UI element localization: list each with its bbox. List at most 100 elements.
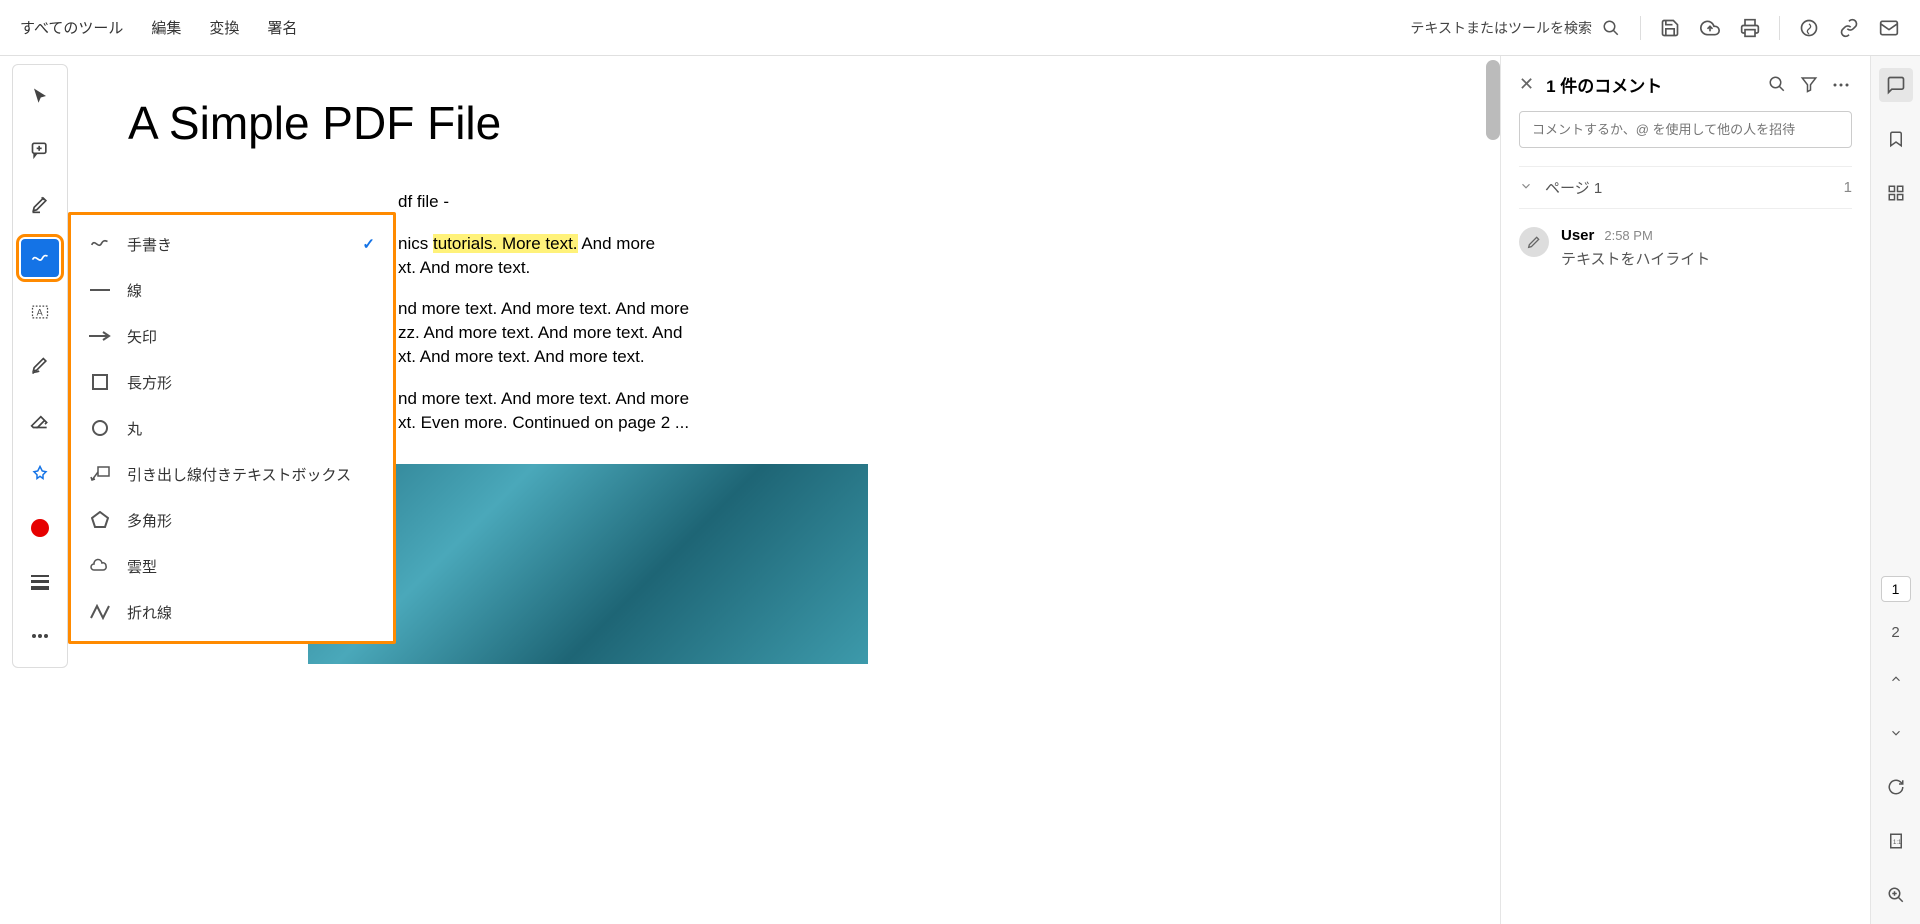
search-comments-icon[interactable] bbox=[1768, 75, 1788, 95]
page-group-header[interactable]: ページ 1 1 bbox=[1519, 166, 1852, 209]
eraser-tool[interactable] bbox=[21, 401, 59, 439]
color-picker[interactable] bbox=[21, 509, 59, 547]
separator bbox=[1779, 16, 1780, 40]
dd-callout-textbox[interactable]: 引き出し線付きテキストボックス bbox=[71, 451, 393, 497]
svg-text:A: A bbox=[37, 307, 44, 317]
thumbnails-toggle[interactable] bbox=[1879, 176, 1913, 210]
search-area[interactable]: テキストまたはツールを検索 bbox=[1410, 17, 1622, 39]
comment-text: テキストをハイライト bbox=[1561, 248, 1852, 269]
polyline-icon bbox=[89, 601, 111, 623]
page-label: ページ 1 bbox=[1545, 177, 1602, 198]
draw-tool[interactable] bbox=[21, 239, 59, 277]
comments-pane-toggle[interactable] bbox=[1879, 68, 1913, 102]
menu-convert[interactable]: 変換 bbox=[209, 17, 239, 38]
circle-icon bbox=[89, 417, 111, 439]
dd-rectangle[interactable]: 長方形 bbox=[71, 359, 393, 405]
dd-arrow[interactable]: 矢印 bbox=[71, 313, 393, 359]
top-menu-bar: すべてのツール 編集 変換 署名 テキストまたはツールを検索 bbox=[0, 0, 1920, 56]
polygon-icon bbox=[89, 509, 111, 531]
freehand-icon bbox=[89, 233, 111, 255]
pin-tool[interactable] bbox=[21, 455, 59, 493]
search-icon[interactable] bbox=[1600, 17, 1622, 39]
comment-timestamp: 2:58 PM bbox=[1604, 228, 1652, 243]
fit-page-button[interactable]: 1:1 bbox=[1879, 824, 1913, 858]
text-fragment: nd more text. And more text. And more bbox=[398, 299, 689, 318]
dd-label: 多角形 bbox=[127, 510, 172, 531]
dd-circle[interactable]: 丸 bbox=[71, 405, 393, 451]
text-fragment: zz. And more text. And more text. And bbox=[398, 323, 682, 342]
dd-polygon[interactable]: 多角形 bbox=[71, 497, 393, 543]
save-icon[interactable] bbox=[1659, 17, 1681, 39]
dd-label: 雲型 bbox=[127, 556, 157, 577]
chevron-down-icon bbox=[1519, 179, 1533, 197]
dd-label: 線 bbox=[127, 280, 142, 301]
dd-freehand[interactable]: 手書き ✓ bbox=[71, 221, 393, 267]
more-tools[interactable] bbox=[21, 617, 59, 655]
top-menu-right: テキストまたはツールを検索 bbox=[1410, 16, 1900, 40]
svg-text:1:1: 1:1 bbox=[1893, 840, 1902, 846]
text-fragment: xt. And more text. bbox=[398, 258, 530, 277]
comment-body: User 2:58 PM テキストをハイライト bbox=[1561, 227, 1852, 269]
cloud-icon bbox=[89, 555, 111, 577]
dd-cloud[interactable]: 雲型 bbox=[71, 543, 393, 589]
line-weight-tool[interactable] bbox=[21, 563, 59, 601]
comments-title: 1 件のコメント bbox=[1546, 72, 1756, 97]
add-comment-tool[interactable] bbox=[21, 131, 59, 169]
menu-all-tools[interactable]: すべてのツール bbox=[20, 17, 123, 38]
page-down-button[interactable] bbox=[1879, 716, 1913, 750]
text-fragment: nics bbox=[398, 234, 433, 253]
link-icon[interactable] bbox=[1838, 17, 1860, 39]
rotate-button[interactable] bbox=[1879, 770, 1913, 804]
dd-polyline[interactable]: 折れ線 bbox=[71, 589, 393, 635]
callout-icon bbox=[89, 463, 111, 485]
dd-label: 手書き bbox=[127, 234, 172, 255]
text-fragment: nd more text. And more text. And more bbox=[398, 389, 689, 408]
ai-assist-icon[interactable] bbox=[1798, 17, 1820, 39]
comments-header: ✕ 1 件のコメント bbox=[1519, 72, 1852, 97]
document-body: df file - nics tutorials. More text. And… bbox=[398, 190, 1038, 434]
document-title: A Simple PDF File bbox=[128, 96, 1440, 150]
vertical-scrollbar[interactable] bbox=[1486, 60, 1500, 140]
mail-icon[interactable] bbox=[1878, 17, 1900, 39]
text-fragment: xt. Even more. Continued on page 2 ... bbox=[398, 413, 689, 432]
dd-label: 引き出し線付きテキストボックス bbox=[127, 464, 351, 485]
menu-edit[interactable]: 編集 bbox=[151, 17, 181, 38]
dd-label: 丸 bbox=[127, 418, 142, 439]
comments-panel: ✕ 1 件のコメント ページ 1 1 User 2:58 PM テキストをハイラ… bbox=[1500, 56, 1870, 924]
separator bbox=[1640, 16, 1641, 40]
current-page-input[interactable]: 1 bbox=[1881, 576, 1911, 602]
text-box-tool[interactable]: A bbox=[21, 293, 59, 331]
dd-label: 矢印 bbox=[127, 326, 157, 347]
right-toolbar: 1 2 1:1 bbox=[1870, 56, 1920, 924]
text-fragment: And more bbox=[578, 234, 656, 253]
cloud-upload-icon[interactable] bbox=[1699, 17, 1721, 39]
filter-icon[interactable] bbox=[1800, 75, 1820, 95]
highlight-tool[interactable] bbox=[21, 185, 59, 223]
draw-shape-dropdown: 手書き ✓ 線 矢印 長方形 丸 引き出し線付きテキストボックス 多角形 bbox=[68, 212, 396, 644]
comment-input[interactable] bbox=[1519, 111, 1852, 148]
main-area: A 手書き ✓ 線 矢印 長方形 丸 引き出し線 bbox=[0, 56, 1920, 924]
line-weight-icon bbox=[31, 575, 49, 590]
pen-sign-tool[interactable] bbox=[21, 347, 59, 385]
comment-item[interactable]: User 2:58 PM テキストをハイライト bbox=[1519, 209, 1852, 287]
page-comment-count: 1 bbox=[1844, 179, 1852, 196]
line-icon bbox=[89, 279, 111, 301]
comment-type-icon bbox=[1519, 227, 1549, 257]
highlighted-text[interactable]: tutorials. More text. bbox=[433, 234, 578, 253]
print-icon[interactable] bbox=[1739, 17, 1761, 39]
text-fragment: df file - bbox=[398, 192, 449, 211]
search-label: テキストまたはツールを検索 bbox=[1410, 18, 1592, 38]
select-tool[interactable] bbox=[21, 77, 59, 115]
close-icon[interactable]: ✕ bbox=[1519, 74, 1534, 95]
comment-username: User bbox=[1561, 227, 1594, 244]
left-toolbar: A bbox=[12, 64, 68, 668]
red-color-dot bbox=[31, 519, 49, 537]
bookmark-pane-toggle[interactable] bbox=[1879, 122, 1913, 156]
zoom-in-button[interactable] bbox=[1879, 878, 1913, 912]
more-options-icon[interactable] bbox=[1832, 75, 1852, 95]
menu-sign[interactable]: 署名 bbox=[267, 17, 297, 38]
check-icon: ✓ bbox=[362, 235, 375, 253]
dd-line[interactable]: 線 bbox=[71, 267, 393, 313]
page-up-button[interactable] bbox=[1879, 662, 1913, 696]
top-menu-left: すべてのツール 編集 変換 署名 bbox=[20, 17, 297, 38]
